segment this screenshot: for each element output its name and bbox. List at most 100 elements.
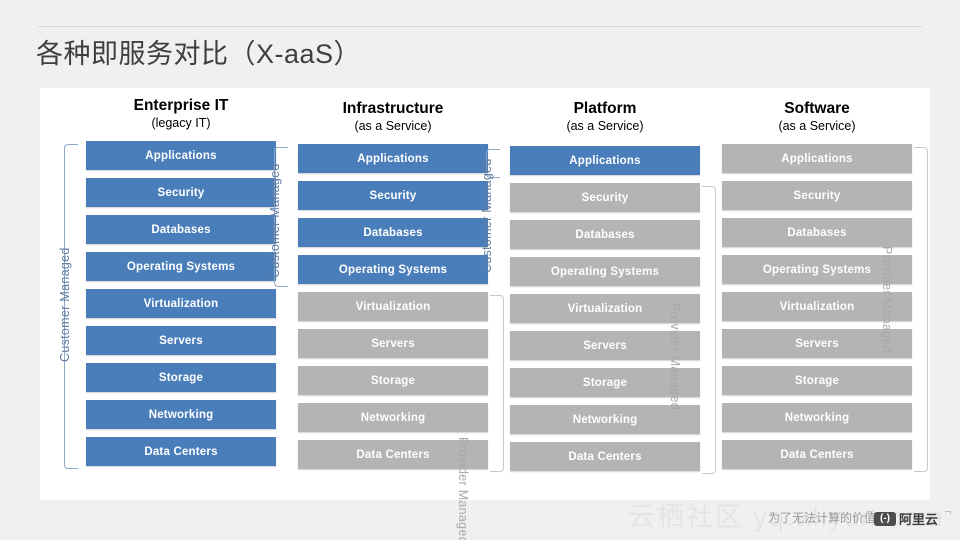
title-divider-rule: [38, 26, 922, 27]
layer-applications[interactable]: Applications: [722, 144, 912, 173]
column-infrastructure: Infrastructure (as a Service) Applications…: [298, 99, 488, 477]
layer-label: Databases: [575, 228, 635, 241]
right-background-band: [930, 88, 960, 500]
layer-label: Applications: [781, 152, 853, 165]
layer-applications[interactable]: Applications: [298, 144, 488, 173]
column-title: Enterprise IT: [133, 97, 229, 114]
layer-label: Virtualization: [779, 300, 855, 313]
layer-databases[interactable]: Databases: [86, 215, 276, 244]
watermark-right-bracket: ¬: [944, 504, 952, 519]
column-header: Software (as a Service): [722, 99, 912, 135]
layer-databases[interactable]: Databases: [510, 220, 700, 249]
layer-label: Security: [581, 191, 629, 204]
layer-label: Security: [793, 189, 841, 202]
layer-label: Databases: [363, 226, 423, 239]
layer-label: Virtualization: [143, 297, 219, 310]
layer-label: Networking: [784, 411, 850, 424]
layer-label: Databases: [787, 226, 847, 239]
layer-operating-systems[interactable]: Operating Systems: [510, 257, 700, 286]
layer-label: Operating Systems: [338, 263, 448, 276]
column-subtitle: (as a Service): [566, 119, 644, 133]
layer-security[interactable]: Security: [722, 181, 912, 210]
provider-managed-label: Provider Managed: [668, 303, 682, 410]
layer-label: Security: [369, 189, 417, 202]
customer-managed-label: Customer Managed: [58, 247, 72, 362]
provider-managed-bracket: [914, 147, 928, 472]
left-background-band: [0, 88, 40, 500]
column-title: Platform: [573, 100, 637, 117]
aliyun-mark-icon: (-): [874, 511, 896, 526]
layer-data-centers[interactable]: Data Centers: [510, 442, 700, 471]
layer-label: Networking: [148, 408, 214, 421]
layer-label: Data Centers: [568, 450, 642, 463]
layer-networking[interactable]: Networking: [298, 403, 488, 432]
layer-label: Storage: [370, 374, 416, 387]
layer-servers[interactable]: Servers: [86, 326, 276, 355]
layer-label: Servers: [795, 337, 839, 350]
column-header: Enterprise IT (legacy IT): [86, 96, 276, 132]
column-header: Platform (as a Service): [510, 99, 700, 135]
layer-networking[interactable]: Networking: [722, 403, 912, 432]
layer-databases[interactable]: Databases: [298, 218, 488, 247]
layer-operating-systems[interactable]: Operating Systems: [298, 255, 488, 284]
layer-label: Applications: [569, 154, 641, 167]
column-title: Infrastructure: [342, 100, 444, 117]
layer-storage[interactable]: Storage: [298, 366, 488, 395]
column-subtitle: (legacy IT): [151, 116, 211, 130]
layer-label: Virtualization: [567, 302, 643, 315]
layer-label: Servers: [371, 337, 415, 350]
layer-label: Operating Systems: [762, 263, 872, 276]
layer-label: Servers: [583, 339, 627, 352]
layer-label: Data Centers: [144, 445, 218, 458]
layer-label: Data Centers: [356, 448, 430, 461]
layer-label: Networking: [572, 413, 638, 426]
provider-managed-label: Provider Managed: [880, 246, 894, 353]
layer-networking[interactable]: Networking: [86, 400, 276, 429]
customer-managed-label: Customer Managed: [268, 163, 282, 278]
customer-managed-label: Customer Managed: [480, 158, 494, 273]
layer-stack: Applications Security Databases Operating S…: [86, 141, 276, 466]
provider-managed-label: Provider Managed: [456, 437, 470, 540]
watermark-slogan-text: 为了无法计算的价值: [768, 511, 877, 525]
layer-label: Data Centers: [780, 448, 854, 461]
layer-stack: Applications Security Databases Operating S…: [298, 144, 488, 469]
provider-managed-bracket: [702, 186, 716, 474]
layer-operating-systems[interactable]: Operating Systems: [86, 252, 276, 281]
layer-security[interactable]: Security: [298, 181, 488, 210]
layer-storage[interactable]: Storage: [86, 363, 276, 392]
layer-label: Operating Systems: [550, 265, 660, 278]
layer-label: Databases: [151, 223, 211, 236]
column-enterprise-it: Enterprise IT (legacy IT) Applications Secu…: [86, 96, 276, 474]
layer-storage[interactable]: Storage: [722, 366, 912, 395]
provider-managed-bracket: [490, 295, 504, 472]
column-header: Infrastructure (as a Service): [298, 99, 488, 135]
slide-canvas: 各种即服务对比（X-aaS） Enterprise IT (legacy IT) A…: [0, 0, 960, 540]
watermark-left-bracket: ⌐: [866, 504, 874, 519]
column-subtitle: (as a Service): [354, 119, 432, 133]
layer-label: Virtualization: [355, 300, 431, 313]
layer-label: Security: [157, 186, 205, 199]
layer-label: Networking: [360, 411, 426, 424]
layer-security[interactable]: Security: [86, 178, 276, 207]
layer-label: Applications: [145, 149, 217, 162]
column-subtitle: (as a Service): [778, 119, 856, 133]
layer-servers[interactable]: Servers: [298, 329, 488, 358]
column-title: Software: [784, 100, 850, 117]
layer-virtualization[interactable]: Virtualization: [86, 289, 276, 318]
layer-applications[interactable]: Applications: [86, 141, 276, 170]
watermark-brand: 阿里云: [899, 512, 939, 527]
layer-security[interactable]: Security: [510, 183, 700, 212]
column-platform: Platform (as a Service) Applications Securi…: [510, 99, 700, 479]
watermark-logo: (-) 阿里云: [874, 509, 938, 528]
layer-applications[interactable]: Applications: [510, 146, 700, 175]
comparison-panel: Enterprise IT (legacy IT) Applications Secu…: [40, 88, 930, 540]
layer-data-centers[interactable]: Data Centers: [722, 440, 912, 469]
layer-virtualization[interactable]: Virtualization: [298, 292, 488, 321]
layer-data-centers[interactable]: Data Centers: [86, 437, 276, 466]
layer-databases[interactable]: Databases: [722, 218, 912, 247]
layer-label: Servers: [159, 334, 203, 347]
layer-label: Storage: [794, 374, 840, 387]
layer-label: Operating Systems: [126, 260, 236, 273]
layer-label: Storage: [158, 371, 204, 384]
page-title: 各种即服务对比（X-aaS）: [36, 39, 362, 69]
